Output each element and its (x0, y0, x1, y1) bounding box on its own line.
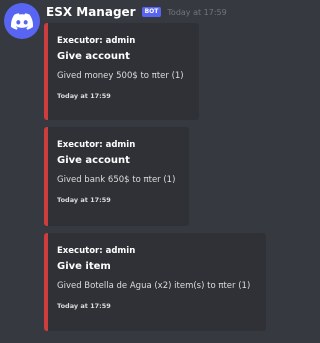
embed-description: Gived money 500$ to πter (1) (57, 71, 184, 81)
embed-author: Executor: admin (57, 140, 136, 150)
embed-footer: Today at 17:59 (57, 196, 111, 204)
username[interactable]: ESX Manager (46, 5, 136, 19)
discord-logo-icon (11, 12, 33, 30)
message-header: ESX Manager BOT Today at 17:59 (46, 4, 227, 20)
embed: Executor: admin Give item Gived Botella … (44, 233, 266, 331)
message-timestamp: Today at 17:59 (167, 7, 227, 17)
embed-title: Give account (57, 155, 130, 166)
embed-title: Give item (57, 261, 111, 272)
embed: Executor: admin Give account Gived money… (44, 23, 199, 120)
avatar[interactable] (4, 3, 40, 39)
embed-footer: Today at 17:59 (57, 92, 111, 100)
bot-tag: BOT (141, 7, 162, 17)
embed-description: Gived Botella de Agua (x2) item(s) to πt… (57, 281, 251, 291)
embed-footer: Today at 17:59 (57, 302, 111, 310)
embed-description: Gived bank 650$ to πter (1) (57, 175, 176, 185)
embed-author: Executor: admin (57, 36, 136, 46)
embed-author: Executor: admin (57, 246, 136, 256)
embed: Executor: admin Give account Gived bank … (44, 127, 189, 226)
embed-title: Give account (57, 51, 130, 62)
